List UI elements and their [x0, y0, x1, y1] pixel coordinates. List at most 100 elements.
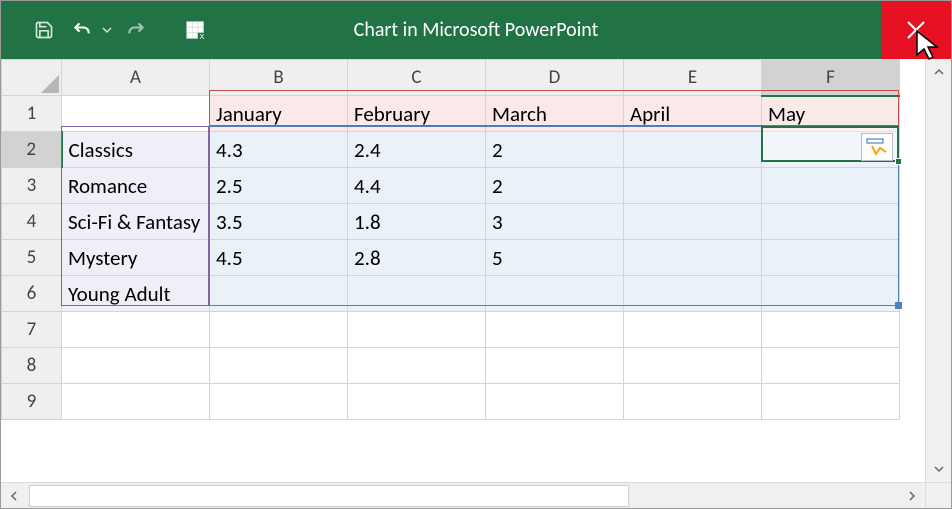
data-range-handle[interactable] [895, 302, 902, 309]
chevron-down-icon [934, 464, 944, 474]
cell-C5[interactable]: 2.8 [348, 240, 486, 276]
cell-D7[interactable] [486, 312, 624, 348]
col-header-B[interactable]: B [210, 60, 348, 96]
cell-D9[interactable] [486, 384, 624, 420]
row-header-5[interactable]: 5 [2, 240, 62, 276]
save-icon [34, 20, 54, 40]
chevron-down-icon [102, 25, 112, 35]
cell-D6[interactable] [486, 276, 624, 312]
cell-F8[interactable] [762, 348, 900, 384]
cell-F4[interactable] [762, 204, 900, 240]
cell-F9[interactable] [762, 384, 900, 420]
cell-E1[interactable]: April [624, 96, 762, 132]
title-bar: X Chart in Microsoft PowerPoint [1, 1, 951, 59]
scroll-right-button[interactable] [899, 483, 925, 509]
worksheet-icon: X [185, 19, 207, 41]
cell-E6[interactable] [624, 276, 762, 312]
cell-B7[interactable] [210, 312, 348, 348]
cell-A1[interactable] [62, 96, 210, 132]
cell-D3[interactable]: 2 [486, 168, 624, 204]
cell-E2[interactable] [624, 132, 762, 168]
cell-E3[interactable] [624, 168, 762, 204]
cell-C6[interactable] [348, 276, 486, 312]
cell-E5[interactable] [624, 240, 762, 276]
save-button[interactable] [23, 11, 65, 49]
row-header-4[interactable]: 4 [2, 204, 62, 240]
cell-F5[interactable] [762, 240, 900, 276]
cell-C8[interactable] [348, 348, 486, 384]
row-header-8[interactable]: 8 [2, 348, 62, 384]
horizontal-scrollbar[interactable] [1, 482, 925, 508]
cell-A4[interactable]: Sci-Fi & Fantasy [62, 204, 210, 240]
cell-A7[interactable] [62, 312, 210, 348]
cell-B6[interactable] [210, 276, 348, 312]
cell-F6[interactable] [762, 276, 900, 312]
close-button[interactable] [881, 1, 951, 59]
cell-B1[interactable]: January [210, 96, 348, 132]
select-all-triangle-icon [41, 75, 59, 93]
select-all-corner[interactable] [2, 60, 62, 96]
col-header-F[interactable]: F [762, 60, 900, 96]
vertical-scrollbar[interactable] [925, 59, 951, 482]
cell-C7[interactable] [348, 312, 486, 348]
redo-button[interactable] [115, 11, 157, 49]
spreadsheet[interactable]: A B C D E F 1 January February March Apr… [1, 59, 951, 489]
cell-F1[interactable]: May [762, 96, 900, 132]
scroll-up-button[interactable] [926, 59, 952, 85]
cell-E7[interactable] [624, 312, 762, 348]
cell-D8[interactable] [486, 348, 624, 384]
cell-A5[interactable]: Mystery [62, 240, 210, 276]
row-header-7[interactable]: 7 [2, 312, 62, 348]
cell-C3[interactable]: 4.4 [348, 168, 486, 204]
hscroll-thumb[interactable] [29, 485, 629, 507]
cell-C2[interactable]: 2.4 [348, 132, 486, 168]
cell-F3[interactable] [762, 168, 900, 204]
undo-button[interactable] [65, 11, 99, 49]
cell-C4[interactable]: 1.8 [348, 204, 486, 240]
cell-D1[interactable]: March [486, 96, 624, 132]
cell-A9[interactable] [62, 384, 210, 420]
cell-E8[interactable] [624, 348, 762, 384]
fill-handle[interactable] [895, 158, 902, 165]
close-icon [906, 20, 926, 40]
row-header-3[interactable]: 3 [2, 168, 62, 204]
cell-A2[interactable]: Classics [62, 132, 210, 168]
undo-icon [71, 20, 93, 40]
window-title: Chart in Microsoft PowerPoint [354, 18, 599, 42]
worksheet-button[interactable]: X [175, 11, 217, 49]
cell-D2[interactable]: 2 [486, 132, 624, 168]
scroll-corner [925, 482, 951, 508]
col-header-C[interactable]: C [348, 60, 486, 96]
cell-F7[interactable] [762, 312, 900, 348]
col-header-A[interactable]: A [62, 60, 210, 96]
scroll-left-button[interactable] [1, 483, 27, 509]
redo-icon [125, 20, 147, 40]
row-header-1[interactable]: 1 [2, 96, 62, 132]
cell-A6[interactable]: Young Adult [62, 276, 210, 312]
cell-D5[interactable]: 5 [486, 240, 624, 276]
cell-B4[interactable]: 3.5 [210, 204, 348, 240]
cell-A8[interactable] [62, 348, 210, 384]
quick-layout-icon [866, 138, 888, 156]
cell-C1[interactable]: February [348, 96, 486, 132]
chart-quick-options-button[interactable] [861, 133, 893, 161]
col-header-D[interactable]: D [486, 60, 624, 96]
cell-B8[interactable] [210, 348, 348, 384]
cell-C9[interactable] [348, 384, 486, 420]
cell-D4[interactable]: 3 [486, 204, 624, 240]
cell-E9[interactable] [624, 384, 762, 420]
cell-B5[interactable]: 4.5 [210, 240, 348, 276]
cell-A3[interactable]: Romance [62, 168, 210, 204]
row-header-2[interactable]: 2 [2, 132, 62, 168]
chevron-right-icon [907, 491, 917, 501]
cell-B9[interactable] [210, 384, 348, 420]
grid: A B C D E F 1 January February March Apr… [1, 59, 900, 420]
cell-B3[interactable]: 2.5 [210, 168, 348, 204]
col-header-E[interactable]: E [624, 60, 762, 96]
undo-dropdown[interactable] [99, 25, 115, 35]
cell-B2[interactable]: 4.3 [210, 132, 348, 168]
row-header-6[interactable]: 6 [2, 276, 62, 312]
row-header-9[interactable]: 9 [2, 384, 62, 420]
scroll-down-button[interactable] [926, 456, 952, 482]
cell-E4[interactable] [624, 204, 762, 240]
